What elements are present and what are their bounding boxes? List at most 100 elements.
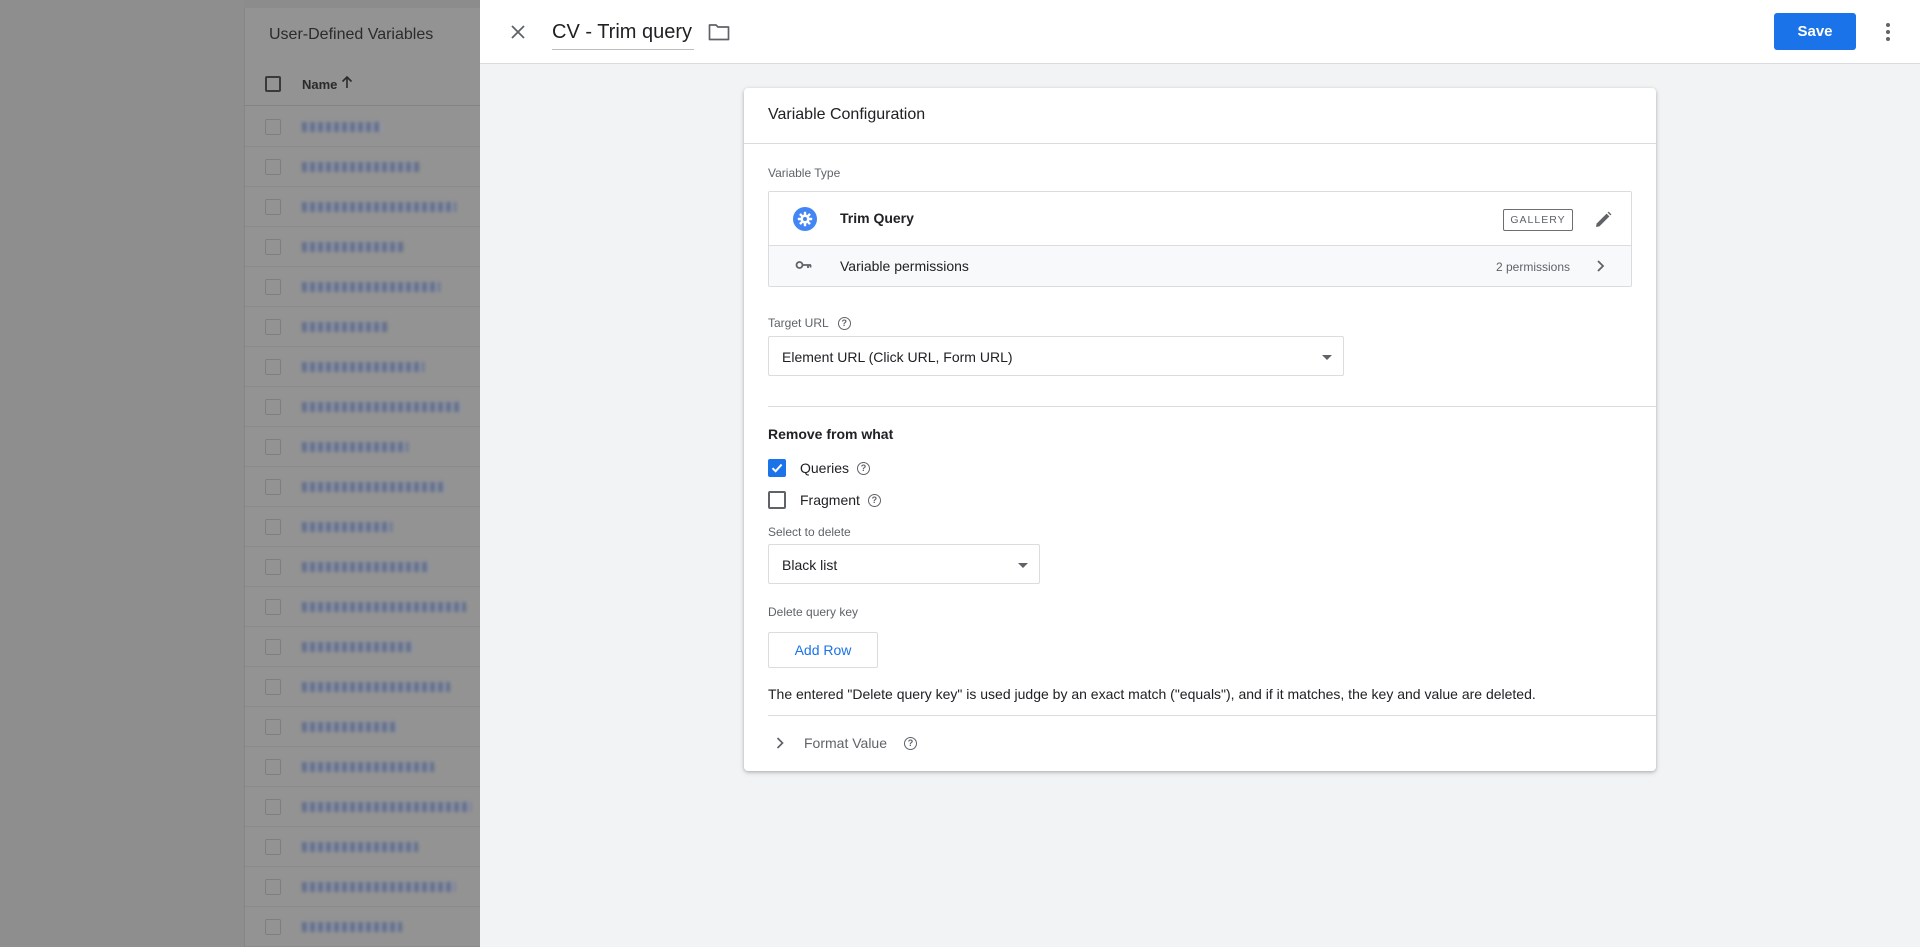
dropdown-arrow-icon	[1018, 563, 1028, 568]
background-row-name-blur	[302, 682, 450, 692]
chevron-right-icon	[1597, 260, 1605, 272]
background-column-name: Name	[302, 77, 338, 92]
edit-type-button[interactable]	[1589, 206, 1617, 234]
background-table-row	[245, 187, 481, 227]
background-row-name-blur	[302, 602, 466, 612]
background-row-name-blur	[302, 802, 471, 812]
background-table-row	[245, 507, 481, 547]
help-icon[interactable]: ?	[857, 461, 871, 475]
background-table-row	[245, 547, 481, 587]
target-url-label: Target URL	[768, 316, 829, 330]
variable-permissions-row[interactable]: Variable permissions 2 permissions	[769, 246, 1631, 286]
background-row-checkbox	[265, 559, 281, 575]
background-row-checkbox	[265, 839, 281, 855]
queries-label: Queries	[800, 460, 850, 476]
editor-topbar: CV - Trim query Save	[480, 0, 1920, 64]
background-row-checkbox	[265, 599, 281, 615]
background-table-row	[245, 867, 481, 907]
background-row-checkbox	[265, 119, 281, 135]
background-row-checkbox	[265, 399, 281, 415]
variable-type-row[interactable]: Trim Query GALLERY	[769, 192, 1631, 246]
help-icon[interactable]: ?	[867, 493, 881, 507]
background-row-name-blur	[302, 362, 424, 372]
background-row-checkbox	[265, 159, 281, 175]
folder-icon	[708, 24, 730, 41]
background-row-checkbox	[265, 279, 281, 295]
background-row-name-blur	[302, 842, 418, 852]
more-vert-dot	[1886, 30, 1890, 34]
variable-editor: CV - Trim query Save Variable Configurat…	[480, 0, 1920, 947]
more-vert-dot	[1886, 37, 1890, 41]
background-row-checkbox	[265, 639, 281, 655]
background-table-row	[245, 147, 481, 187]
background-row-name-blur	[302, 562, 429, 572]
queries-checkbox-row[interactable]: Queries ?	[768, 457, 871, 479]
select-delete-value: Black list	[782, 557, 838, 573]
background-row-name-blur	[302, 122, 382, 132]
background-table-header: Name	[245, 62, 481, 106]
sort-arrow-up-icon	[341, 75, 353, 92]
gallery-badge: GALLERY	[1503, 209, 1573, 231]
target-url-value: Element URL (Click URL, Form URL)	[782, 349, 1013, 365]
permissions-label: Variable permissions	[840, 258, 969, 274]
variable-name-field[interactable]: CV - Trim query	[552, 14, 695, 50]
fragment-checkbox[interactable]	[768, 491, 786, 509]
permissions-count: 2 permissions	[1496, 260, 1571, 274]
background-row-name-blur	[302, 642, 413, 652]
variable-type-box: Trim Query GALLERY Variable permissions …	[768, 191, 1632, 287]
background-row-name-blur	[302, 202, 456, 212]
format-value-label: Format Value	[804, 735, 887, 751]
background-row-name-blur	[302, 762, 434, 772]
background-table-row	[245, 707, 481, 747]
folder-button[interactable]	[706, 20, 732, 44]
target-url-label-row: Target URL ?	[768, 316, 851, 330]
background-table-row	[245, 227, 481, 267]
delete-key-note: The entered "Delete query key" is used j…	[768, 686, 1536, 702]
background-row-checkbox	[265, 439, 281, 455]
target-url-select[interactable]: Element URL (Click URL, Form URL)	[768, 336, 1344, 376]
key-icon	[795, 261, 812, 269]
help-icon[interactable]: ?	[904, 737, 917, 750]
background-row-name-blur	[302, 282, 440, 292]
section-divider	[768, 406, 1656, 407]
background-row-checkbox	[265, 759, 281, 775]
background-table-row	[245, 907, 481, 947]
background-table-row	[245, 747, 481, 787]
background-row-checkbox	[265, 879, 281, 895]
save-button[interactable]: Save	[1774, 13, 1856, 50]
background-row-name-blur	[302, 442, 408, 452]
format-value-row[interactable]: Format Value ?	[744, 716, 1656, 770]
background-row-name-blur	[302, 402, 461, 412]
background-scrim-left	[0, 0, 244, 947]
background-row-checkbox	[265, 799, 281, 815]
help-icon[interactable]: ?	[837, 316, 851, 330]
select-delete-label: Select to delete	[768, 525, 851, 539]
fragment-checkbox-row[interactable]: Fragment ?	[768, 489, 881, 511]
background-row-checkbox	[265, 239, 281, 255]
add-row-button[interactable]: Add Row	[768, 632, 878, 668]
background-row-checkbox	[265, 319, 281, 335]
queries-checkbox[interactable]	[768, 459, 786, 477]
fragment-label: Fragment	[800, 492, 860, 508]
background-row-checkbox	[265, 519, 281, 535]
close-icon	[511, 25, 525, 39]
card-title: Variable Configuration	[768, 106, 926, 123]
background-row-name-blur	[302, 242, 403, 252]
more-options-button[interactable]	[1876, 18, 1900, 46]
background-row-checkbox	[265, 359, 281, 375]
background-row-checkbox	[265, 919, 281, 935]
background-row-checkbox	[265, 679, 281, 695]
select-delete-select[interactable]: Black list	[768, 544, 1040, 584]
background-table-row	[245, 627, 481, 667]
variable-type-label: Variable Type	[768, 166, 841, 180]
variable-name: CV - Trim query	[552, 21, 693, 43]
background-table-row	[245, 307, 481, 347]
background-table-row	[245, 107, 481, 147]
chevron-right-icon	[776, 737, 784, 749]
background-row-name-blur	[302, 882, 455, 892]
close-button[interactable]	[504, 18, 532, 46]
card-header-divider	[744, 143, 1656, 144]
background-table-row	[245, 827, 481, 867]
background-table-row	[245, 667, 481, 707]
background-select-all-checkbox	[265, 76, 281, 92]
